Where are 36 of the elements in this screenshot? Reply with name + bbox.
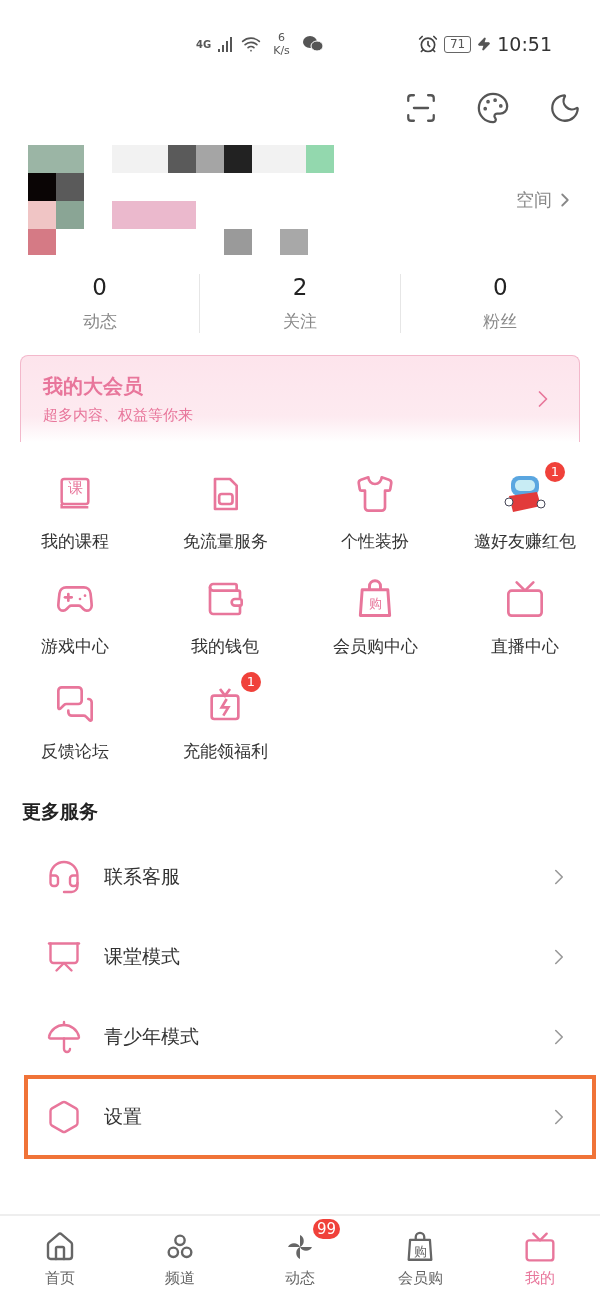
service-label[interactable]: 我的钱包 [191,635,259,658]
space-link[interactable]: 空间 [516,188,576,212]
service-label[interactable]: 邀好友赚红包 [474,530,576,553]
menu-row[interactable]: 联系客服 [26,837,594,917]
clock-time: 10:51 [497,33,552,55]
service-label[interactable]: 充能领福利 [182,740,268,763]
menu-row[interactable]: 课堂模式 [26,917,594,997]
service-label[interactable]: 反馈论坛 [41,740,109,763]
notification-badge: 1 [241,672,261,692]
stat-value: 2 [292,274,308,300]
service-label[interactable]: 免流量服务 [182,530,268,553]
speed-value: 6 [278,31,285,44]
section-title: 更多服务 [21,799,99,824]
stat-label: 关注 [283,310,317,333]
stat-value: 0 [493,274,508,300]
stat-value: 0 [92,274,107,300]
notification-badge: 1 [545,462,565,482]
service-label[interactable]: 个性装扮 [341,530,409,553]
menu-row[interactable]: 设置 [26,1077,594,1157]
service-label[interactable]: 游戏中心 [41,635,109,658]
menu-row[interactable]: 青少年模式 [26,997,594,1077]
stat-label: 粉丝 [483,310,518,333]
notification-badge: 99 [312,1218,340,1239]
stat-label: 动态 [82,310,117,333]
nav-tab[interactable]: 频道 [165,1268,195,1288]
service-label[interactable]: 会员购中心 [332,635,418,658]
service-label[interactable]: 我的课程 [41,530,109,553]
nav-tab[interactable]: 动态 [285,1268,315,1288]
nav-tab[interactable]: 会员购 [397,1268,443,1288]
service-label[interactable]: 直播中心 [491,635,559,658]
vip-subtitle: 超多内容、权益等你来 [43,406,193,425]
nav-tab[interactable]: 首页 [45,1268,75,1288]
network-type: 4G [196,38,212,50]
vip-title: 我的大会员 [43,373,144,400]
battery-level: 71 [443,35,472,53]
speed-unit: K/s [273,44,290,57]
